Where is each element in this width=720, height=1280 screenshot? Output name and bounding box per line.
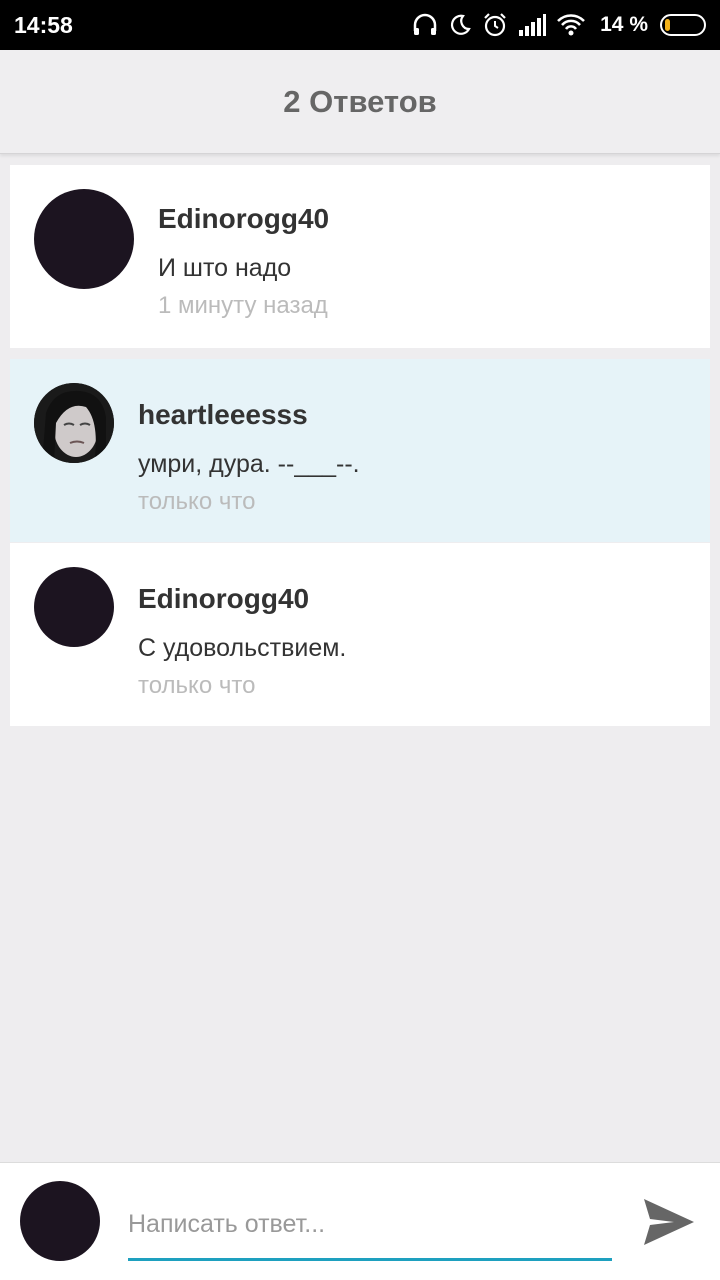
- avatar[interactable]: [20, 1181, 100, 1261]
- comment-text: умри, дура. --___--.: [138, 450, 360, 478]
- comment-card[interactable]: Edinorogg40 С удовольствием. только что: [10, 543, 710, 726]
- wifi-icon: [557, 14, 586, 36]
- comment-author[interactable]: Edinorogg40: [158, 203, 329, 235]
- comment-card[interactable]: heartleeesss умри, дура. --___--. только…: [10, 359, 710, 542]
- moon-icon: [451, 14, 471, 35]
- comment-text: С удовольствием.: [138, 634, 347, 662]
- reply-bar: [0, 1162, 720, 1280]
- battery-level: [665, 19, 670, 31]
- status-time: 14:58: [14, 11, 73, 38]
- avatar[interactable]: [34, 189, 134, 289]
- app-bar: 2 Ответов: [0, 50, 720, 154]
- comment-card[interactable]: Edinorogg40 И што надо 1 минуту назад: [10, 165, 710, 348]
- alarm-icon: [484, 13, 506, 37]
- status-icons: 14 %: [412, 12, 706, 38]
- comment-author[interactable]: Edinorogg40: [138, 583, 309, 615]
- input-underline: [128, 1258, 612, 1261]
- status-bar: 14:58 14 %: [0, 0, 720, 50]
- headphones-icon: [413, 13, 437, 35]
- avatar[interactable]: [34, 567, 114, 647]
- signal-icon: [519, 14, 547, 36]
- battery-percent: 14 %: [600, 13, 648, 36]
- comment-author[interactable]: heartleeesss: [138, 399, 308, 431]
- battery-icon: [660, 14, 706, 36]
- comment-text: И што надо: [158, 254, 292, 282]
- avatar-photo: [34, 383, 114, 463]
- reply-input[interactable]: [128, 1201, 612, 1247]
- comment-time: только что: [138, 488, 256, 515]
- avatar[interactable]: [34, 383, 114, 463]
- page-title: 2 Ответов: [283, 83, 437, 119]
- comment-time: 1 минуту назад: [158, 292, 328, 319]
- comment-time: только что: [138, 672, 256, 699]
- send-icon[interactable]: [640, 1193, 698, 1251]
